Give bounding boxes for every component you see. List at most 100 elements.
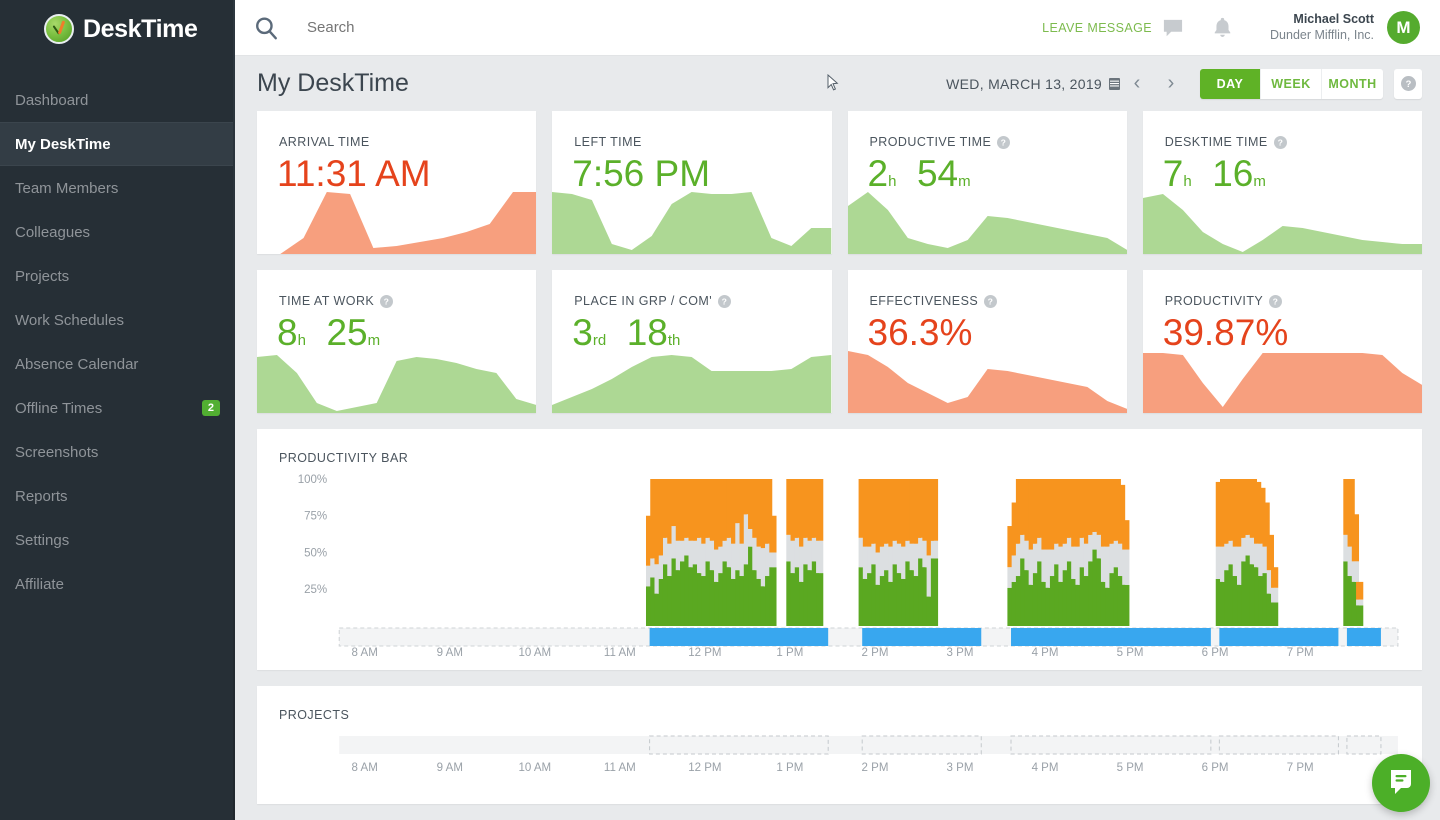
info-icon[interactable]: ? xyxy=(1269,295,1282,308)
productivity-bar-panel: PRODUCTIVITY BAR 25%50%75%100%8 AM9 AM10… xyxy=(257,429,1422,670)
stat-card-left-time[interactable]: LEFT TIME7:56 PM xyxy=(552,111,831,254)
range-toggle: DAYWEEKMONTH xyxy=(1200,69,1383,99)
stat-value-secondary: 18 xyxy=(606,312,668,353)
svg-text:4 PM: 4 PM xyxy=(1032,762,1059,774)
sidebar-edge xyxy=(233,0,235,820)
svg-text:12 PM: 12 PM xyxy=(688,762,721,774)
sidebar-item-work-schedules[interactable]: Work Schedules xyxy=(0,298,235,342)
stat-card-sparkline xyxy=(257,192,536,254)
stat-card-place-in-grp-com[interactable]: PLACE IN GRP / COM'?3rd 18th xyxy=(552,270,831,413)
desktime-clock-logo-icon xyxy=(44,14,74,44)
stat-value-unit2: m xyxy=(368,332,381,349)
info-icon[interactable]: ? xyxy=(1274,136,1287,149)
svg-text:7 PM: 7 PM xyxy=(1287,762,1314,774)
stat-card-label: PRODUCTIVITY? xyxy=(1143,270,1422,308)
sidebar-item-colleagues[interactable]: Colleagues xyxy=(0,210,235,254)
stat-value-unit2: m xyxy=(1253,173,1266,190)
stat-value-primary: 36.3% xyxy=(868,312,973,353)
sidebar-item-reports[interactable]: Reports xyxy=(0,474,235,518)
stat-card-effectiveness[interactable]: EFFECTIVENESS? 36.3% xyxy=(848,270,1127,413)
stat-card-productive-time[interactable]: PRODUCTIVE TIME?2h 54m xyxy=(848,111,1127,254)
stat-card-value: 36.3% xyxy=(848,308,1127,353)
stat-card-label-text: PLACE IN GRP / COM' xyxy=(574,294,712,308)
date-picker[interactable]: WED, MARCH 13, 2019 xyxy=(946,76,1120,92)
calendar-icon[interactable] xyxy=(1109,77,1120,90)
sidebar-item-projects[interactable]: Projects xyxy=(0,254,235,298)
sidebar-item-absence-calendar[interactable]: Absence Calendar xyxy=(0,342,235,386)
projects-timeline[interactable]: 8 AM9 AM10 AM11 AM12 PM1 PM2 PM3 PM4 PM5… xyxy=(257,722,1422,804)
stat-card-label-text: PRODUCTIVITY xyxy=(1165,294,1263,308)
sidebar-item-label: Colleagues xyxy=(15,224,90,241)
range-button-day[interactable]: DAY xyxy=(1200,69,1261,99)
leave-message-button[interactable]: LEAVE MESSAGE xyxy=(1042,21,1152,35)
stat-card-time-at-work[interactable]: TIME AT WORK?8h 25m xyxy=(257,270,536,413)
user-info[interactable]: Michael Scott Dunder Mifflin, Inc. xyxy=(1270,12,1374,43)
stat-value-primary: 2 xyxy=(868,153,889,194)
stat-card-label-text: TIME AT WORK xyxy=(279,294,374,308)
stat-card-value: 2h 54m xyxy=(848,149,1127,194)
svg-text:25%: 25% xyxy=(304,584,327,596)
svg-text:7 PM: 7 PM xyxy=(1287,647,1314,659)
stat-value-secondary: 16 xyxy=(1192,153,1254,194)
stat-card-grid-row1: ARRIVAL TIME11:31 AMLEFT TIME7:56 PMPROD… xyxy=(257,111,1422,254)
next-day-button[interactable]: › xyxy=(1154,69,1188,99)
svg-text:8 AM: 8 AM xyxy=(352,647,378,659)
sidebar-item-my-desktime[interactable]: My DeskTime xyxy=(0,122,235,166)
search-input[interactable] xyxy=(307,19,567,36)
svg-text:2 PM: 2 PM xyxy=(862,647,889,659)
svg-text:8 AM: 8 AM xyxy=(352,762,378,774)
svg-text:3 PM: 3 PM xyxy=(947,647,974,659)
chat-fab-button[interactable] xyxy=(1372,754,1430,812)
svg-text:9 AM: 9 AM xyxy=(437,647,463,659)
sidebar-item-label: Affiliate xyxy=(15,576,64,593)
main-area: LEAVE MESSAGE Michael Scott Dunder Miffl… xyxy=(235,0,1440,820)
svg-text:?: ? xyxy=(1405,79,1411,89)
stat-card-sparkline xyxy=(552,351,831,413)
stat-card-label: ARRIVAL TIME xyxy=(257,111,536,149)
sidebar-item-badge: 2 xyxy=(202,400,220,416)
sidebar-item-label: Settings xyxy=(15,532,69,549)
range-button-month[interactable]: MONTH xyxy=(1322,69,1383,99)
sidebar-item-dashboard[interactable]: Dashboard xyxy=(0,78,235,122)
stat-card-grid-row2: TIME AT WORK?8h 25m PLACE IN GRP / COM'? 3… xyxy=(257,270,1422,413)
user-organization: Dunder Mifflin, Inc. xyxy=(1270,28,1374,44)
avatar[interactable]: M xyxy=(1387,11,1420,44)
stat-card-value: 39.87% xyxy=(1143,308,1422,353)
stat-value-primary: 3 xyxy=(572,312,593,353)
bell-icon[interactable] xyxy=(1213,17,1232,39)
prev-day-button[interactable]: ‹ xyxy=(1120,69,1154,99)
date-navigation: WED, MARCH 13, 2019 ‹ › DAYWEEKMONTH ? xyxy=(946,69,1422,99)
stat-card-productivity[interactable]: PRODUCTIVITY? 39.87% xyxy=(1143,270,1422,413)
stat-card-label-text: LEFT TIME xyxy=(574,135,642,149)
info-icon[interactable]: ? xyxy=(380,295,393,308)
info-icon[interactable]: ? xyxy=(997,136,1010,149)
topbar: LEAVE MESSAGE Michael Scott Dunder Miffl… xyxy=(235,0,1440,56)
search-icon[interactable] xyxy=(253,15,279,41)
stat-card-label: PLACE IN GRP / COM'? xyxy=(552,270,831,308)
svg-text:12 PM: 12 PM xyxy=(688,647,721,659)
chat-bubble-icon xyxy=(1386,766,1416,801)
productivity-bar-chart[interactable]: 25%50%75%100%8 AM9 AM10 AM11 AM12 PM1 PM… xyxy=(257,465,1422,670)
sidebar-item-screenshots[interactable]: Screenshots xyxy=(0,430,235,474)
speech-bubble-icon[interactable] xyxy=(1163,19,1183,37)
stat-card-label: LEFT TIME xyxy=(552,111,831,149)
info-icon[interactable]: ? xyxy=(984,295,997,308)
info-icon[interactable]: ? xyxy=(718,295,731,308)
sidebar-item-affiliate[interactable]: Affiliate xyxy=(0,562,235,606)
productivity-bar-title: PRODUCTIVITY BAR xyxy=(257,429,1422,465)
sidebar-nav: Dashboard My DeskTime Team Members Colleagu… xyxy=(0,78,235,606)
sidebar-item-label: My DeskTime xyxy=(15,136,111,153)
svg-text:11 AM: 11 AM xyxy=(604,762,636,774)
brand-logo[interactable]: DeskTime xyxy=(0,0,235,58)
stat-value-suffix: PM xyxy=(644,153,710,194)
stat-value-primary: 39.87% xyxy=(1163,312,1289,353)
stat-card-label-text: EFFECTIVENESS xyxy=(870,294,979,308)
svg-text:5 PM: 5 PM xyxy=(1117,647,1144,659)
sidebar-item-offline-times[interactable]: Offline Times2 xyxy=(0,386,235,430)
range-button-week[interactable]: WEEK xyxy=(1261,69,1322,99)
sidebar-item-settings[interactable]: Settings xyxy=(0,518,235,562)
stat-card-arrival-time[interactable]: ARRIVAL TIME11:31 AM xyxy=(257,111,536,254)
sidebar-item-team-members[interactable]: Team Members xyxy=(0,166,235,210)
help-button[interactable]: ? xyxy=(1394,69,1422,99)
stat-card-desktime-time[interactable]: DESKTIME TIME?7h 16m xyxy=(1143,111,1422,254)
